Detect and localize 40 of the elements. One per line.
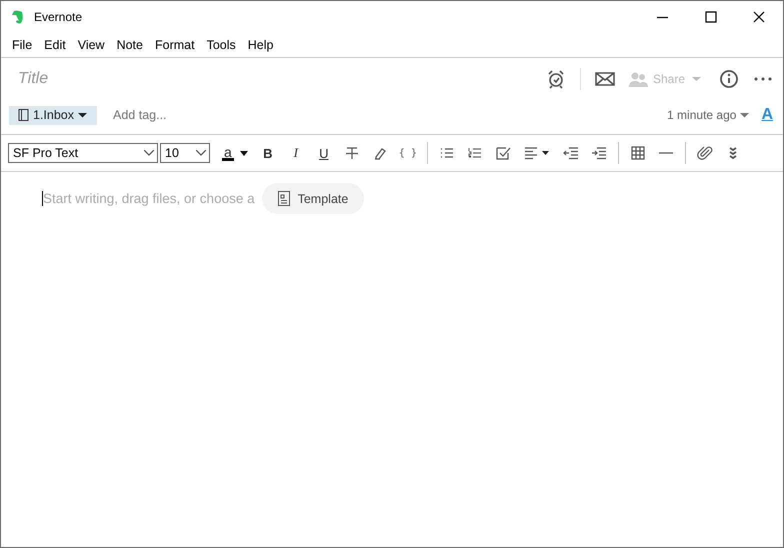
bold-button[interactable]: B (254, 140, 282, 166)
caret-icon (740, 112, 750, 118)
table-icon[interactable] (630, 145, 646, 161)
checkbox-icon[interactable] (494, 145, 511, 161)
menu-item[interactable]: File (4, 38, 36, 52)
font-size-dropdown[interactable]: 10 (160, 143, 210, 163)
chevron-down-icon (144, 150, 154, 156)
document-icon (278, 191, 290, 206)
notebook-selector[interactable]: 1.Inbox (9, 106, 98, 124)
window-title: Evernote (34, 10, 82, 24)
underline-button[interactable]: U (310, 140, 338, 166)
menu-item[interactable]: Edit (36, 38, 70, 52)
menu-item[interactable]: Format (146, 38, 199, 52)
close-icon[interactable] (753, 10, 765, 22)
menu-item[interactable]: Note (108, 38, 147, 52)
indent-icon[interactable] (590, 145, 607, 161)
paperclip-icon[interactable] (696, 145, 713, 161)
caret-icon (78, 112, 88, 118)
text-color-button[interactable]: a (222, 146, 248, 160)
template-button[interactable]: Template (262, 183, 364, 214)
notebook-icon (18, 109, 29, 121)
font-dropdown[interactable]: SF Pro Text (8, 143, 158, 163)
italic-button[interactable]: I (282, 140, 310, 166)
info-icon[interactable] (719, 69, 739, 89)
outdent-icon[interactable] (562, 145, 579, 161)
menu-item[interactable]: View (70, 38, 109, 52)
alarm-clock-icon[interactable] (546, 69, 566, 89)
caret-icon (240, 150, 248, 156)
maximize-icon[interactable] (705, 10, 717, 22)
envelope-icon[interactable] (594, 71, 615, 87)
code-block-button[interactable]: { } (394, 140, 422, 166)
menu-item[interactable]: Help (240, 38, 278, 52)
app-logo-icon (11, 10, 23, 24)
chevron-down-icon (196, 150, 206, 156)
menu-item[interactable]: Tools (198, 38, 240, 52)
updated-dropdown[interactable]: 1 minute ago (667, 108, 750, 122)
tag-field[interactable]: Add tag... (113, 108, 668, 122)
strikethrough-icon[interactable] (344, 145, 360, 161)
people-icon (628, 71, 649, 87)
align-left-icon[interactable] (522, 145, 551, 161)
